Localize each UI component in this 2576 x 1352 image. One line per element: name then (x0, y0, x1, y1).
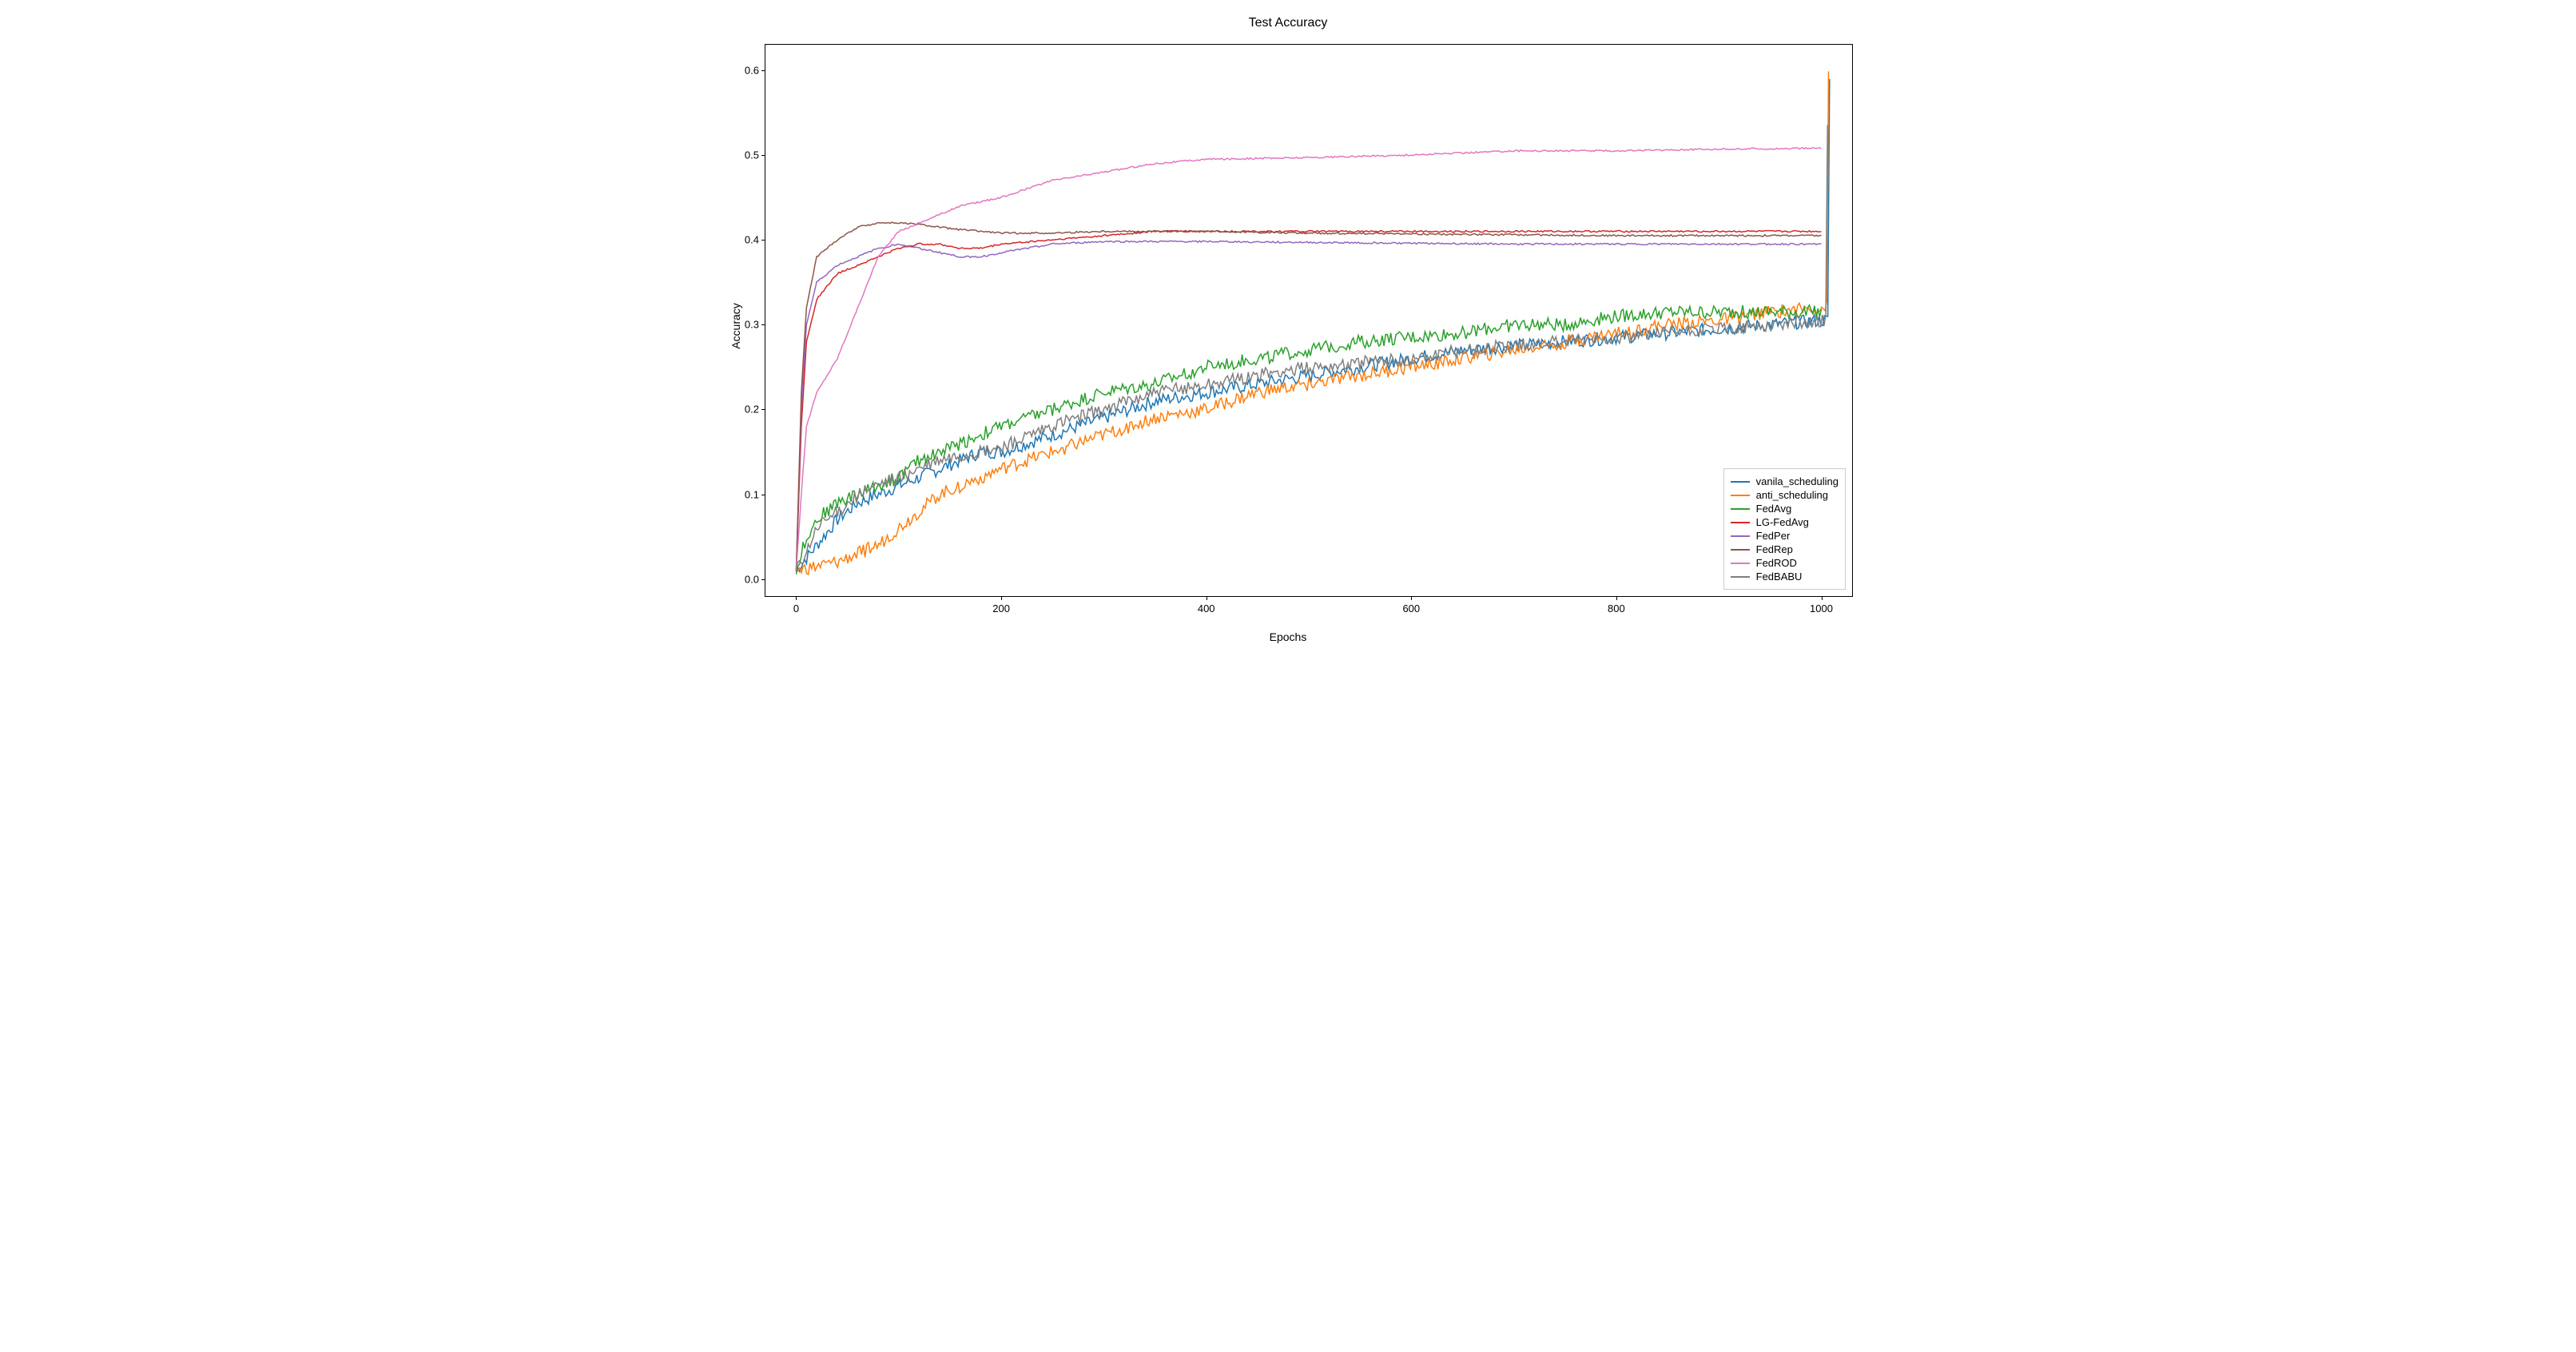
chart-container: Test Accuracy vanila_scheduling anti_sche… (701, 16, 1875, 647)
legend-color-line (1731, 508, 1750, 510)
x-tick-mark (796, 596, 797, 600)
legend-item: LG-FedAvg (1731, 516, 1839, 528)
series-line (797, 241, 1822, 570)
legend-color-line (1731, 522, 1750, 523)
legend-label: FedBABU (1756, 571, 1803, 583)
legend-item: FedRep (1731, 543, 1839, 555)
y-tick-mark (761, 579, 765, 580)
x-axis-label: Epochs (1270, 630, 1307, 643)
legend-label: LG-FedAvg (1756, 516, 1809, 528)
series-line (797, 148, 1822, 571)
legend-item: FedPer (1731, 530, 1839, 542)
legend-color-line (1731, 549, 1750, 551)
legend-item: anti_scheduling (1731, 489, 1839, 501)
series-line (797, 71, 1829, 575)
legend-item: FedBABU (1731, 571, 1839, 583)
x-tick-mark (1001, 596, 1002, 600)
legend-item: vanila_scheduling (1731, 475, 1839, 487)
legend-label: FedROD (1756, 557, 1797, 569)
y-tick-mark (761, 409, 765, 410)
y-axis-label: Accuracy (729, 303, 742, 349)
legend-color-line (1731, 563, 1750, 564)
legend-label: FedRep (1756, 543, 1793, 555)
x-tick-mark (1822, 596, 1823, 600)
legend-color-line (1731, 576, 1750, 578)
legend: vanila_scheduling anti_scheduling FedAvgLG… (1723, 468, 1846, 590)
legend-label: anti_scheduling (1756, 489, 1828, 501)
legend-color-line (1731, 535, 1750, 537)
legend-label: vanila_scheduling (1756, 475, 1839, 487)
series-line (797, 231, 1822, 572)
legend-label: FedAvg (1756, 503, 1792, 515)
legend-color-line (1731, 481, 1750, 483)
series-line (797, 222, 1822, 570)
series-line (797, 305, 1822, 575)
legend-item: FedAvg (1731, 503, 1839, 515)
y-tick-mark (761, 240, 765, 241)
legend-label: FedPer (1756, 530, 1791, 542)
chart-lines (765, 45, 1852, 596)
y-tick-mark (761, 324, 765, 325)
legend-color-line (1731, 495, 1750, 496)
legend-item: FedROD (1731, 557, 1839, 569)
chart-title: Test Accuracy (701, 16, 1875, 30)
series-line (797, 79, 1830, 571)
y-tick-mark (761, 155, 765, 156)
x-tick-mark (1411, 596, 1412, 600)
x-tick-mark (1616, 596, 1617, 600)
y-tick-mark (761, 70, 765, 71)
plot-area: vanila_scheduling anti_scheduling FedAvgLG… (765, 44, 1853, 597)
